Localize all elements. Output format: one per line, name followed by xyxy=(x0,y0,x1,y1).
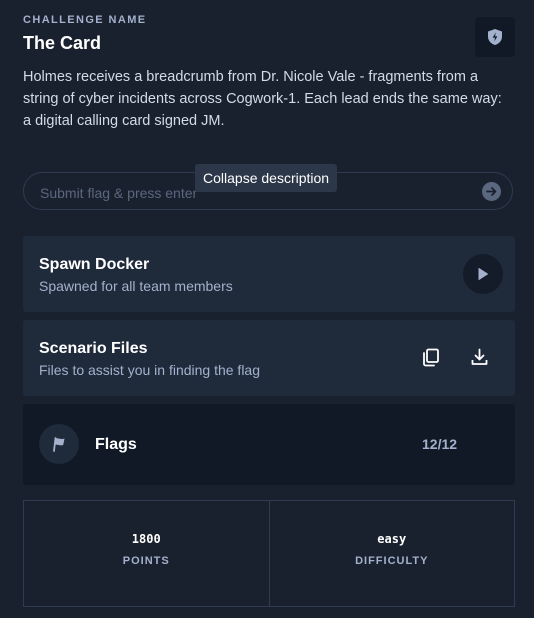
shield-button[interactable] xyxy=(475,17,515,57)
copy-icon xyxy=(423,348,439,366)
challenge-description: Holmes receives a breadcrumb from Dr. Ni… xyxy=(23,69,502,129)
arrow-right-circle-icon xyxy=(486,187,497,196)
flags-section[interactable]: Flags 12/12 xyxy=(23,404,515,485)
challenge-stats: 1800 POINTS easy DIFFICULTY xyxy=(23,500,515,607)
shield-lightning-icon xyxy=(488,29,502,45)
scenario-files-card: Scenario Files Files to assist you in fi… xyxy=(23,320,515,396)
points-label: POINTS xyxy=(122,555,170,567)
points-value: 1800 xyxy=(131,532,161,546)
copy-button[interactable] xyxy=(420,346,442,368)
flags-count: 12/12 xyxy=(422,436,458,452)
flag-icon xyxy=(53,437,65,452)
challenge-panel: CHALLENGE NAME The Card Holmes receives … xyxy=(0,0,534,618)
flags-label: Flags xyxy=(95,436,137,453)
spawn-docker-subtitle: Spawned for all team members xyxy=(39,278,233,294)
download-icon xyxy=(471,348,487,365)
challenge-name-label: CHALLENGE NAME xyxy=(23,14,147,26)
download-button[interactable] xyxy=(468,346,490,368)
difficulty-stat: easy DIFFICULTY xyxy=(268,501,515,606)
scenario-files-subtitle: Files to assist you in finding the flag xyxy=(39,362,261,378)
scenario-files-title: Scenario Files xyxy=(39,340,148,357)
spawn-docker-button[interactable] xyxy=(463,254,503,294)
challenge-title: The Card xyxy=(23,33,102,53)
play-icon xyxy=(478,268,488,280)
submit-flag-button[interactable] xyxy=(482,182,501,201)
points-stat: 1800 POINTS xyxy=(24,501,269,606)
spawn-docker-title: Spawn Docker xyxy=(39,256,150,273)
difficulty-label: DIFFICULTY xyxy=(355,555,429,567)
difficulty-value: easy xyxy=(377,532,407,546)
collapse-description-tooltip: Collapse description xyxy=(195,164,338,192)
spawn-docker-card: Spawn Docker Spawned for all team member… xyxy=(23,236,515,312)
flag-icon-container xyxy=(39,424,79,464)
